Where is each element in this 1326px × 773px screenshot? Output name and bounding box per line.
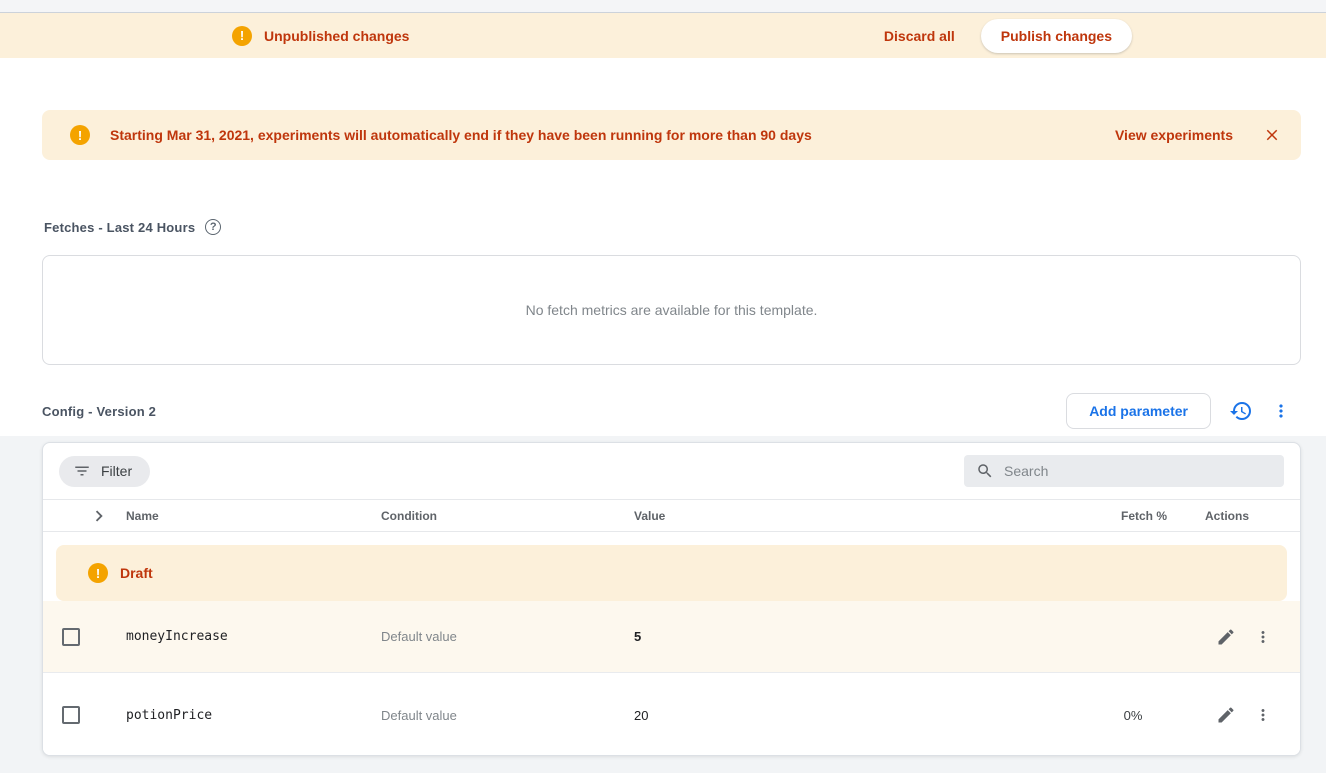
discard-all-button[interactable]: Discard all [884, 28, 955, 44]
row-checkbox[interactable] [62, 706, 80, 724]
remote-config-page: ! Unpublished changes Discard all Publis… [0, 0, 1326, 773]
parameter-fetch-percent: 0% [1099, 708, 1167, 723]
notice-message: Starting Mar 31, 2021, experiments will … [110, 127, 812, 143]
column-header-actions: Actions [1167, 509, 1301, 523]
filter-label: Filter [101, 463, 132, 479]
edit-pencil-icon[interactable] [1216, 627, 1236, 647]
parameter-condition: Default value [381, 708, 634, 723]
expand-all-chevron-icon[interactable] [87, 504, 111, 528]
parameter-name: potionPrice [126, 708, 381, 723]
add-parameter-button[interactable]: Add parameter [1066, 393, 1211, 429]
fetches-section-header: Fetches - Last 24 Hours ? [44, 219, 221, 235]
config-section-header: Config - Version 2 Add parameter [42, 393, 1301, 429]
filter-button[interactable]: Filter [59, 456, 150, 487]
config-title: Config - Version 2 [42, 404, 156, 419]
top-chrome-strip [0, 0, 1326, 13]
help-icon[interactable]: ? [205, 219, 221, 235]
view-experiments-link[interactable]: View experiments [1115, 127, 1233, 143]
row-checkbox[interactable] [62, 628, 80, 646]
table-header-row: Name Condition Value Fetch % Actions [43, 499, 1300, 532]
experiments-notice-banner: ! Starting Mar 31, 2021, experiments wil… [42, 110, 1301, 160]
unpublished-changes-bar: ! Unpublished changes Discard all Publis… [0, 13, 1326, 58]
parameters-table-card: Filter Name Condition Value Fetch % Acti… [42, 442, 1301, 756]
publish-changes-button[interactable]: Publish changes [981, 19, 1132, 53]
fetch-empty-message: No fetch metrics are available for this … [526, 302, 818, 318]
column-header-name: Name [126, 509, 381, 523]
parameter-name: moneyIncrease [126, 629, 381, 644]
table-toolbar: Filter [43, 443, 1300, 499]
unpublished-changes-label: Unpublished changes [264, 28, 409, 44]
search-box[interactable] [964, 455, 1284, 487]
config-overflow-menu-icon[interactable] [1271, 401, 1291, 421]
fetches-title: Fetches - Last 24 Hours [44, 220, 195, 235]
parameter-condition: Default value [381, 629, 634, 644]
filter-icon [73, 462, 91, 480]
version-history-icon[interactable] [1229, 399, 1253, 423]
parameter-value: 20 [634, 708, 1099, 723]
column-header-condition: Condition [381, 509, 634, 523]
search-input[interactable] [1004, 463, 1272, 479]
alert-icon: ! [232, 26, 252, 46]
table-row[interactable]: moneyIncrease Default value 5 [43, 601, 1300, 673]
row-overflow-menu-icon[interactable] [1254, 628, 1272, 646]
edit-pencil-icon[interactable] [1216, 705, 1236, 725]
column-header-value: Value [634, 509, 1099, 523]
alert-icon: ! [70, 125, 90, 145]
table-row[interactable]: potionPrice Default value 20 0% [43, 673, 1300, 756]
close-icon[interactable] [1263, 126, 1281, 144]
alert-icon: ! [88, 563, 108, 583]
draft-section-banner: ! Draft [56, 545, 1287, 601]
column-header-fetch: Fetch % [1099, 509, 1167, 523]
search-icon [976, 462, 994, 480]
row-overflow-menu-icon[interactable] [1254, 706, 1272, 724]
draft-label: Draft [120, 565, 153, 581]
fetch-metrics-card: No fetch metrics are available for this … [42, 255, 1301, 365]
parameter-value: 5 [634, 629, 1099, 644]
